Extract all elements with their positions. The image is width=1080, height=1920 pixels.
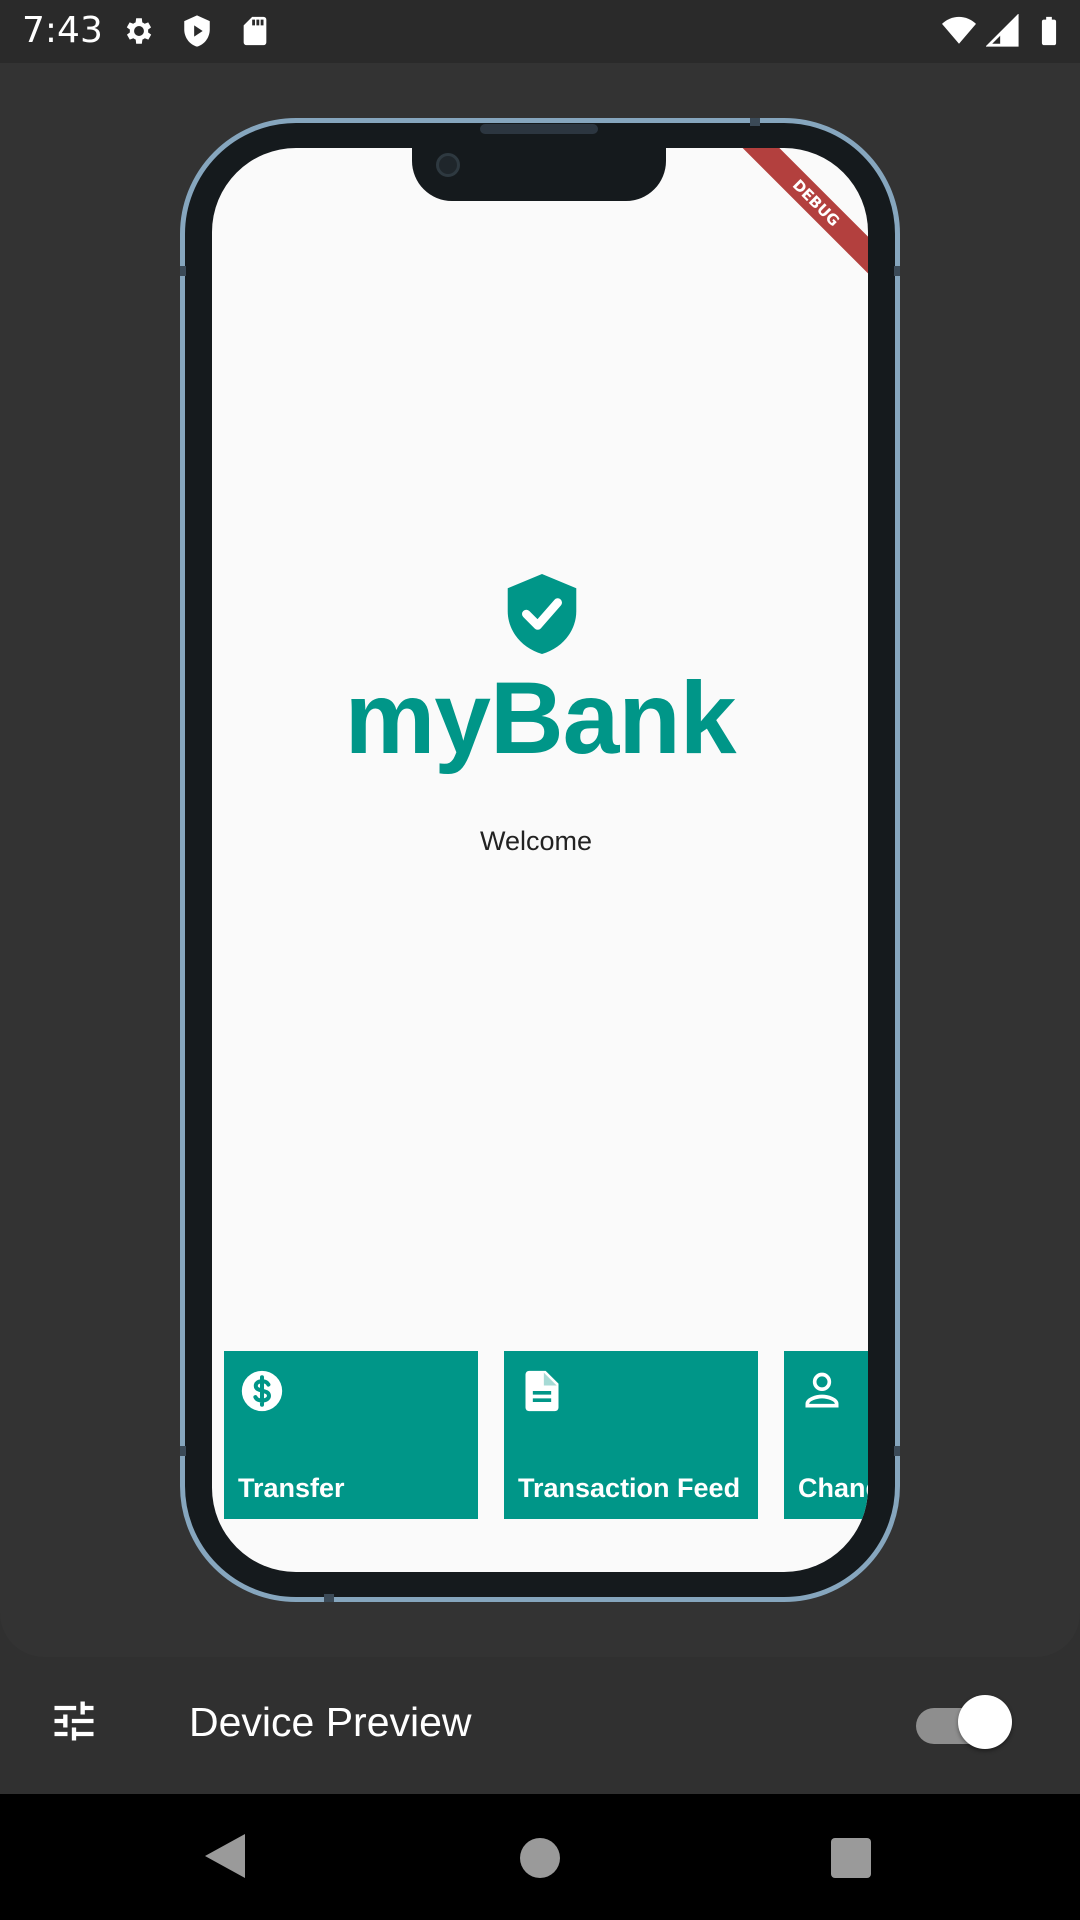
tile-label: Transaction Feed — [518, 1473, 741, 1503]
status-bar: 7:43 — [0, 0, 1080, 63]
signal-icon — [986, 14, 1019, 47]
back-icon[interactable] — [205, 1834, 245, 1878]
tile-label: Transfer — [238, 1473, 345, 1503]
transfer-tile[interactable]: Transfer — [224, 1351, 478, 1519]
device-side-button — [324, 1594, 334, 1602]
device-camera — [436, 153, 460, 177]
home-icon[interactable] — [520, 1838, 560, 1878]
shield-play-icon — [184, 15, 210, 47]
sd-card-icon — [243, 16, 267, 46]
wifi-icon — [942, 16, 976, 44]
status-time: 7:43 — [22, 10, 103, 51]
transaction-feed-tile[interactable]: Transaction Feed — [504, 1351, 758, 1519]
toggle-thumb[interactable] — [958, 1695, 1012, 1749]
battery-icon — [1041, 16, 1057, 46]
device-preview-toolbar: Device Preview — [0, 1657, 1080, 1794]
shield-check-icon — [507, 574, 577, 654]
device-side-button — [894, 1446, 900, 1456]
tile-label: Chang — [798, 1473, 868, 1503]
settings-gear-icon — [126, 18, 152, 44]
device-side-button — [750, 118, 760, 126]
tune-icon[interactable] — [48, 1695, 100, 1747]
welcome-text: Welcome — [479, 826, 593, 856]
device-side-button — [180, 266, 186, 276]
document-icon — [525, 1370, 559, 1412]
device-side-button — [894, 266, 900, 276]
recents-icon[interactable] — [831, 1838, 871, 1878]
device-speaker — [480, 124, 598, 134]
app-screen: DEBUG myBank Welcome Transfer Transactio… — [212, 148, 868, 1572]
device-side-button — [180, 1446, 186, 1456]
change-tile[interactable]: Chang — [784, 1351, 868, 1519]
app-title: myBank — [344, 661, 737, 775]
dollar-circle-icon — [241, 1370, 283, 1412]
person-icon — [805, 1372, 839, 1408]
device-preview-title: Device Preview — [189, 1699, 472, 1745]
navigation-bar — [0, 1794, 1080, 1920]
